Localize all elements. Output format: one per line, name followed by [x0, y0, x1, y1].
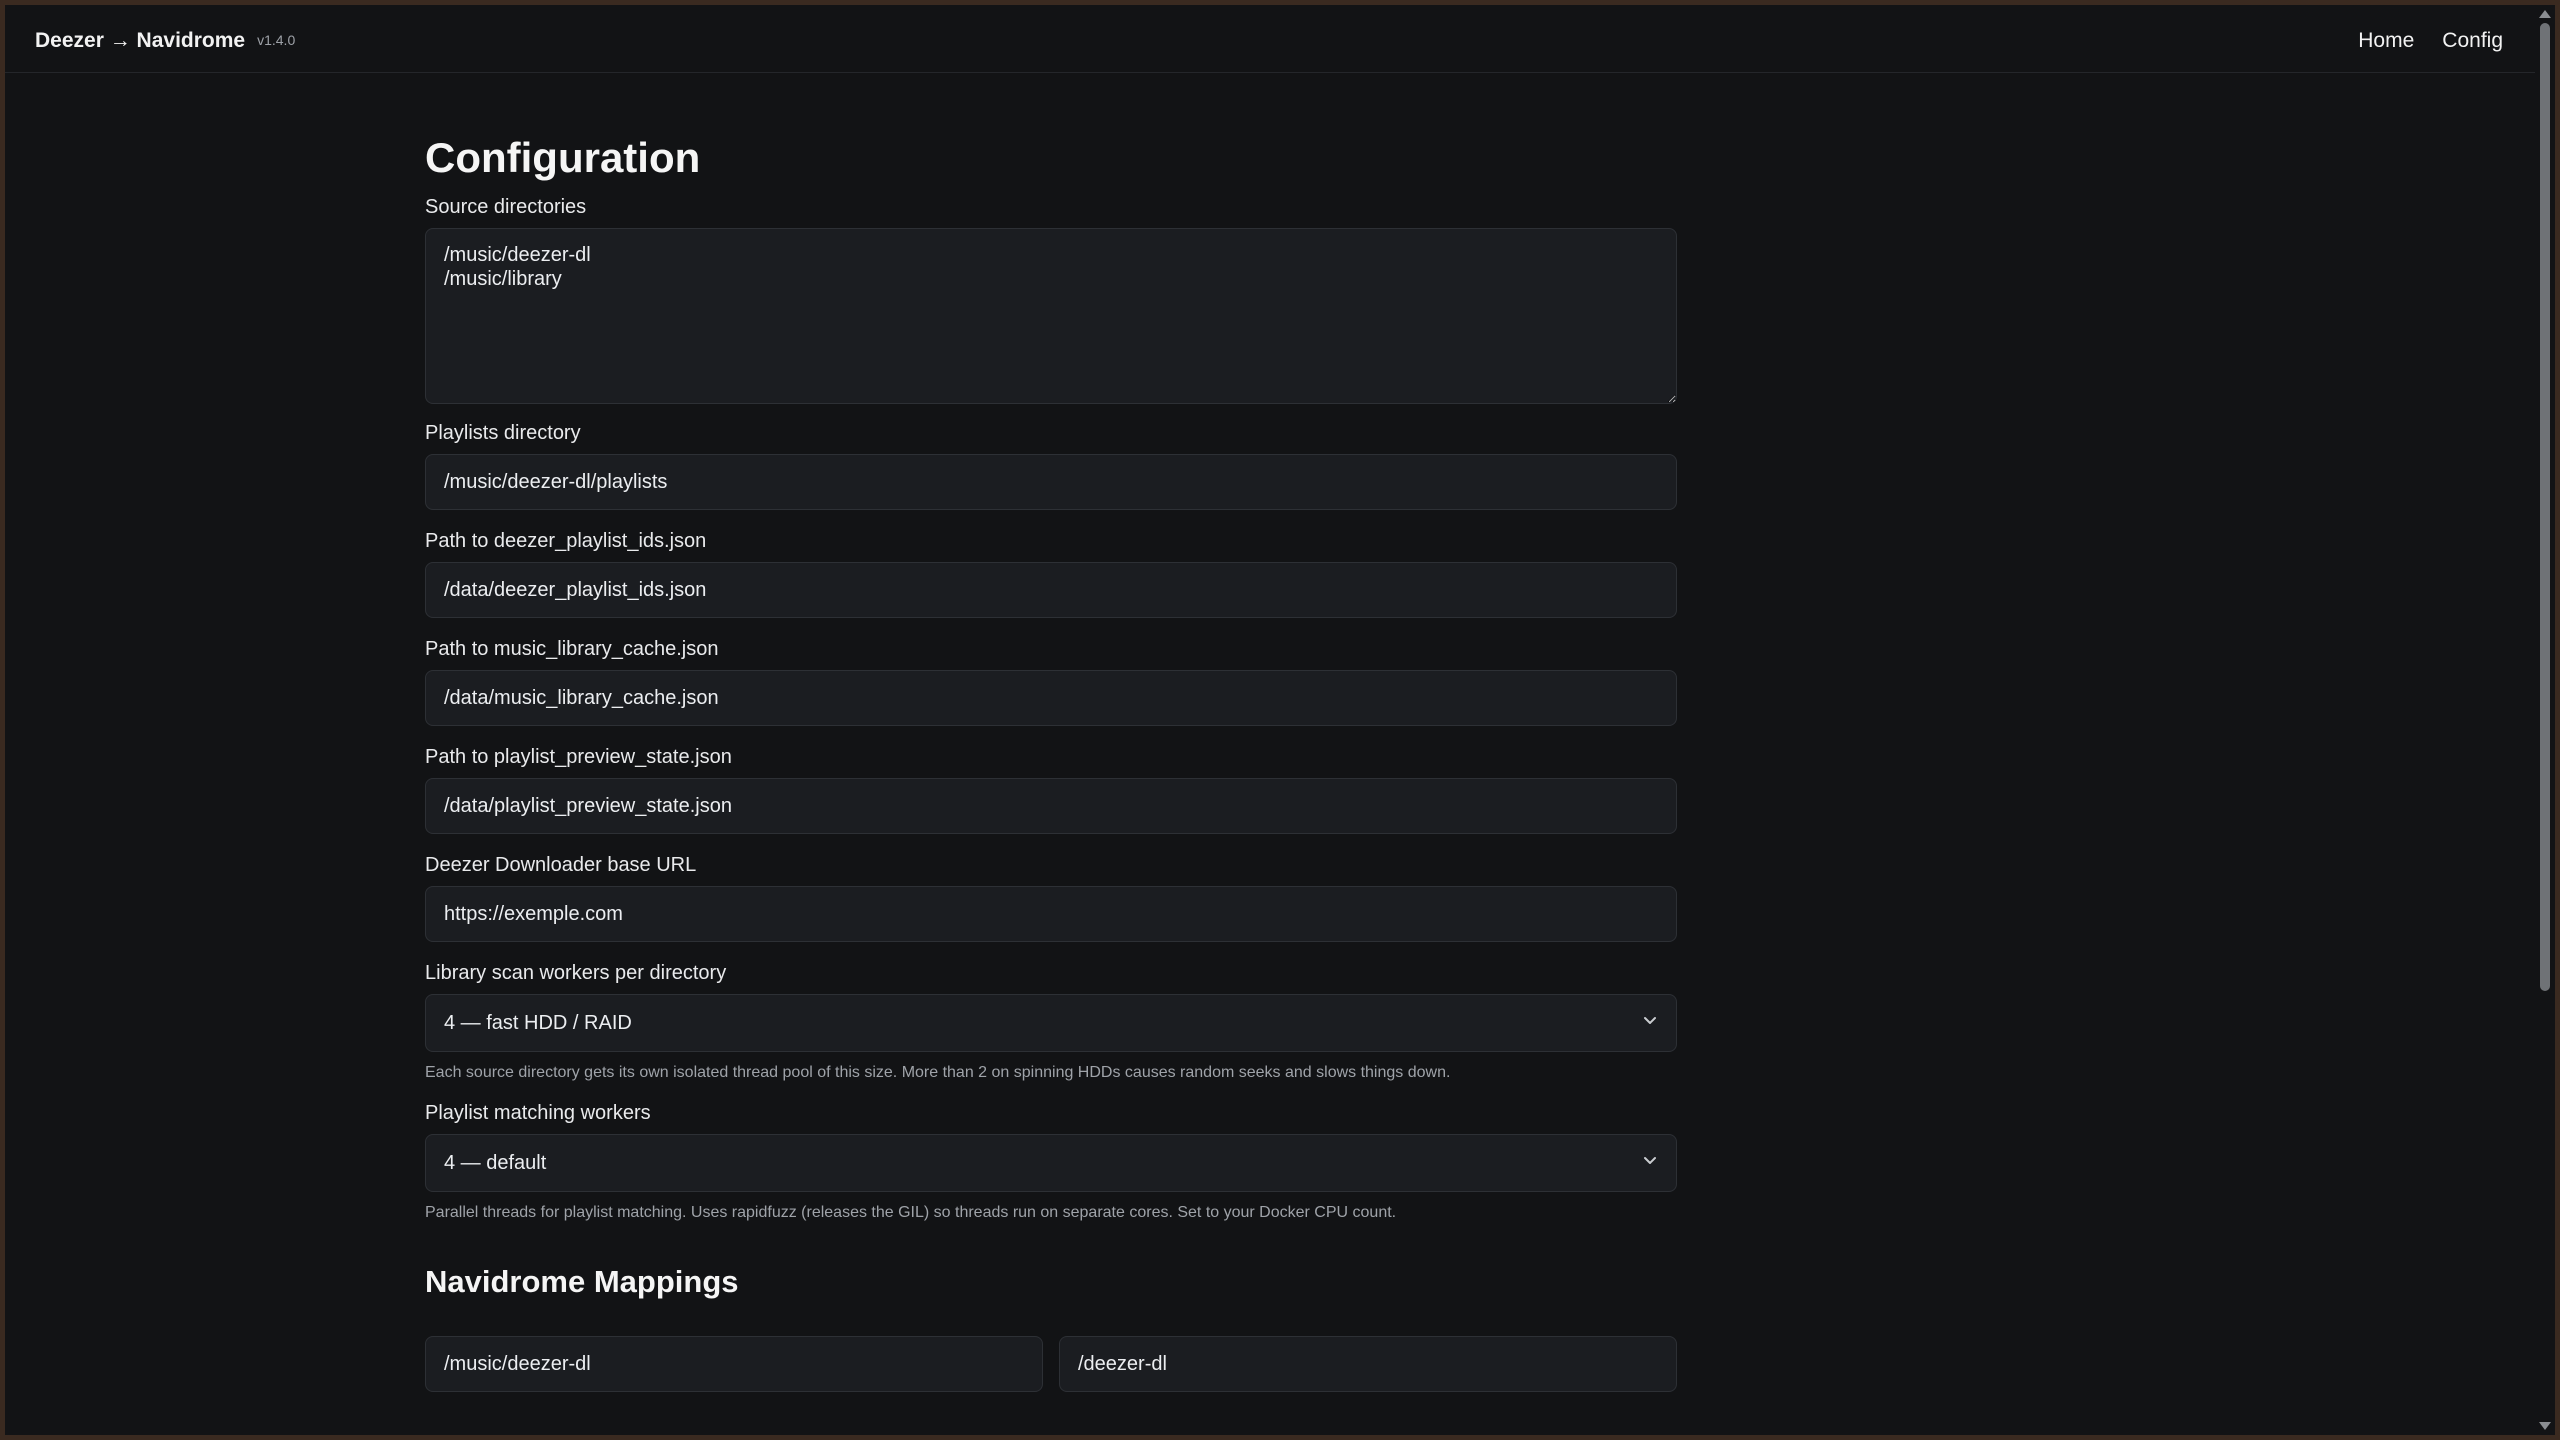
app-window: Deezer → Navidrome v1.4.0 Home Config Conf… [5, 5, 2535, 1435]
playlists-directory-label: Playlists directory [425, 422, 581, 444]
mapping-row [425, 1336, 1677, 1392]
brand-title: Deezer → Navidrome [35, 29, 246, 52]
config-form: Configuration Source directories /music/… [425, 72, 1677, 1392]
nav-link-home[interactable]: Home [2358, 29, 2414, 52]
source-directories-label: Source directories [425, 196, 587, 218]
playlist-ids-path-input[interactable] [425, 562, 1677, 618]
scan-workers-help-text: Each source directory gets its own isola… [425, 1064, 1451, 1081]
library-cache-path-input[interactable] [425, 670, 1677, 726]
scan-workers-label: Library scan workers per directory [425, 962, 727, 984]
preview-state-path-label: Path to playlist_preview_state.json [425, 746, 732, 768]
scan-workers-select-wrapper: 4 — fast HDD / RAID [425, 994, 1677, 1052]
mappings-section-title: Navidrome Mappings [425, 1264, 739, 1299]
desktop-edge [2555, 0, 2560, 1440]
source-directories-textarea[interactable]: /music/deezer-dl /music/library [425, 228, 1677, 404]
mapping-source-input[interactable] [425, 1336, 1043, 1392]
top-navbar: Deezer → Navidrome v1.4.0 Home Config [5, 5, 2535, 73]
scrollbar-thumb[interactable] [2540, 23, 2550, 991]
matching-workers-label: Playlist matching workers [425, 1102, 651, 1124]
scan-workers-select[interactable]: 4 — fast HDD / RAID [425, 994, 1677, 1052]
main-nav: Home Config [2330, 29, 2503, 53]
scroll-down-arrow-icon[interactable] [2539, 1422, 2551, 1430]
brand[interactable]: Deezer → Navidrome v1.4.0 [35, 29, 295, 53]
mapping-target-input[interactable] [1059, 1336, 1677, 1392]
matching-workers-help-text: Parallel threads for playlist matching. … [425, 1204, 1397, 1221]
nav-link-config[interactable]: Config [2442, 29, 2503, 52]
version-badge: v1.4.0 [257, 32, 296, 48]
preview-state-path-input[interactable] [425, 778, 1677, 834]
page-title: Configuration [425, 134, 701, 181]
playlist-ids-path-label: Path to deezer_playlist_ids.json [425, 530, 707, 552]
library-cache-path-label: Path to music_library_cache.json [425, 638, 719, 660]
scroll-up-arrow-icon[interactable] [2539, 10, 2551, 18]
page-scrollbar[interactable] [2535, 5, 2555, 1435]
matching-workers-select[interactable]: 4 — default [425, 1134, 1677, 1192]
playlists-directory-input[interactable] [425, 454, 1677, 510]
matching-workers-select-wrapper: 4 — default [425, 1134, 1677, 1192]
downloader-base-url-input[interactable] [425, 886, 1677, 942]
downloader-base-url-label: Deezer Downloader base URL [425, 854, 697, 876]
